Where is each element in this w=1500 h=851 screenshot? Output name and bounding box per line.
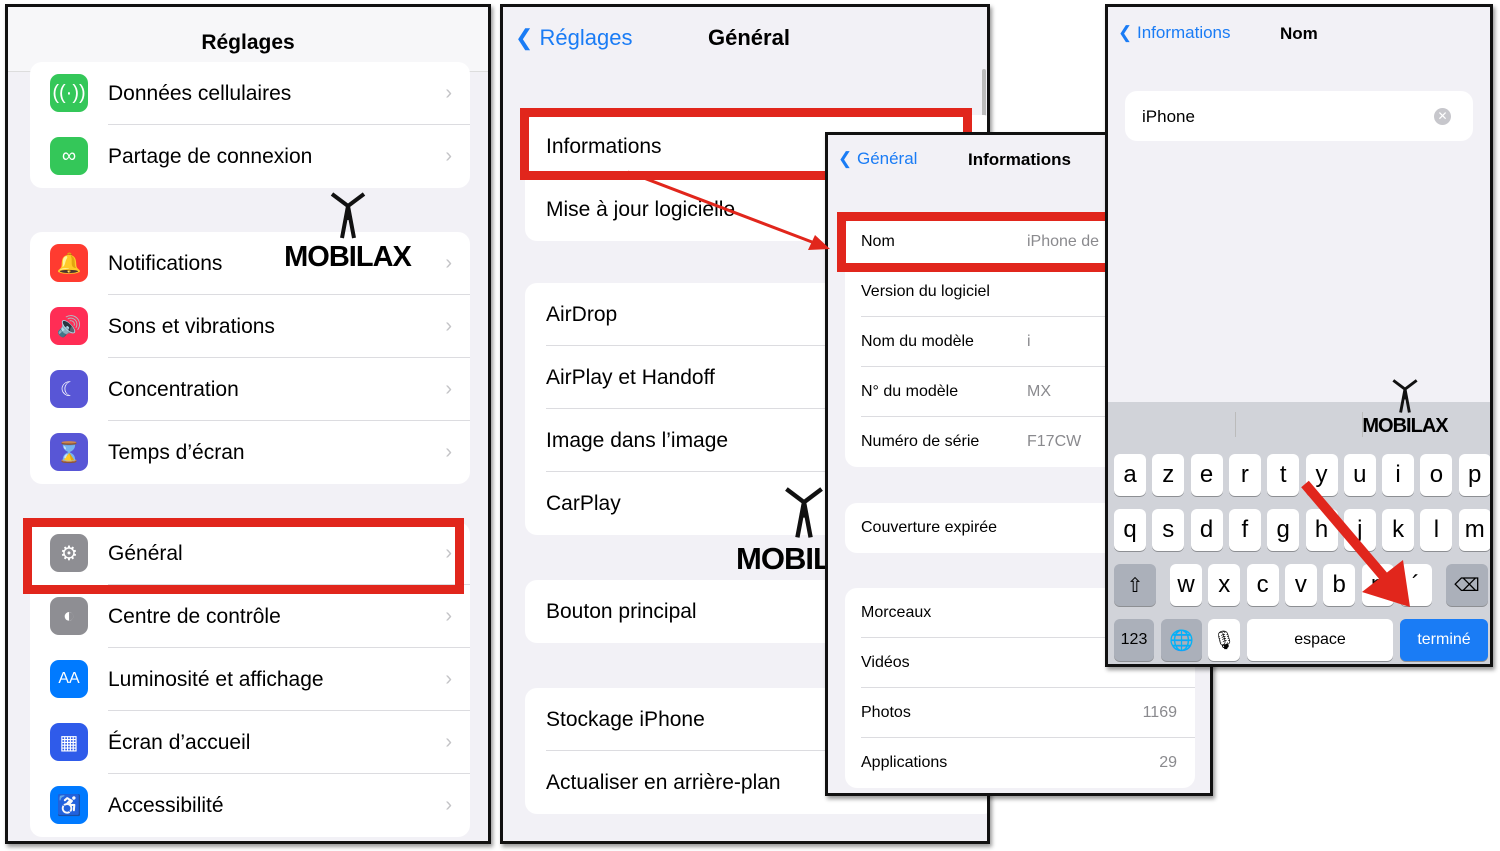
arrow-to-informations	[627, 170, 830, 250]
annotation-arrows	[627, 170, 1410, 607]
arrow-to-termine	[1301, 480, 1410, 607]
